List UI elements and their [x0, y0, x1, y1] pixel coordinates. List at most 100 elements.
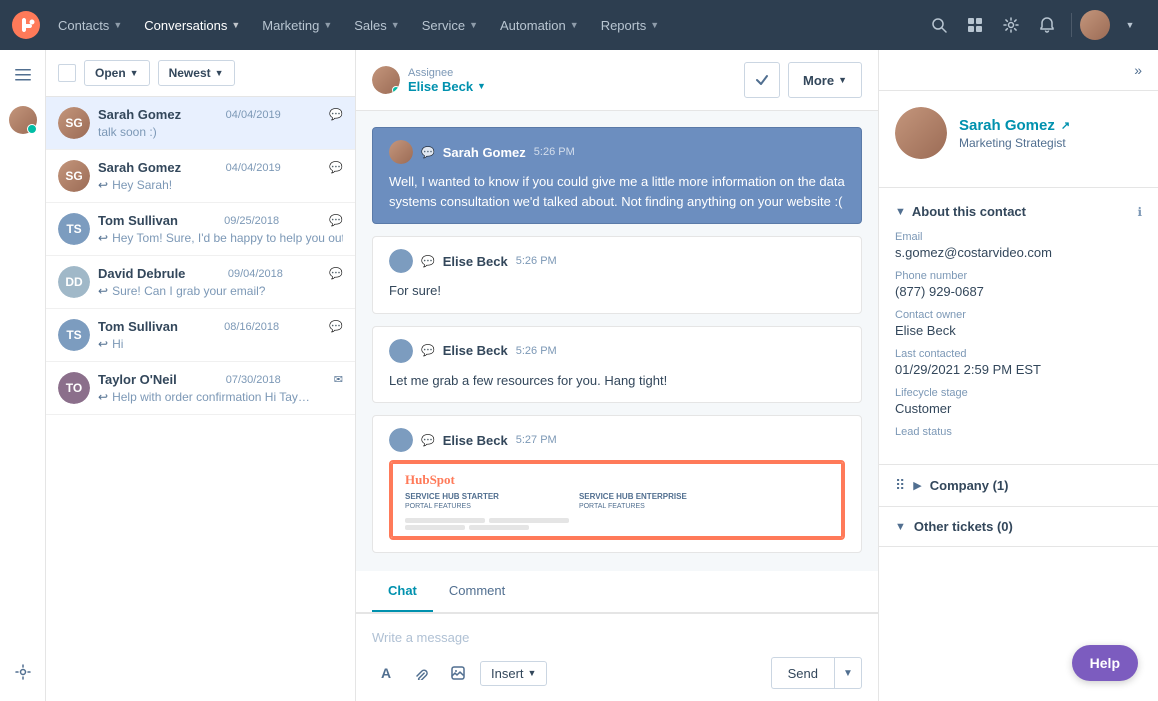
account-chevron[interactable]: ▼ [1114, 9, 1146, 41]
chat-indicator-icon: 💬 [329, 214, 343, 227]
text-format-button[interactable]: A [372, 659, 400, 687]
panel-expand-button[interactable]: » [1134, 62, 1142, 78]
avatar: TS [58, 319, 90, 351]
send-button[interactable]: Send [771, 657, 834, 689]
contact-title: Marketing Strategist [959, 136, 1070, 150]
chevron-down-icon: ▼ [895, 521, 906, 533]
newest-filter-button[interactable]: Newest ▼ [158, 60, 235, 86]
conv-item[interactable]: SG Sarah Gomez 04/04/2019 💬 talk soon :) [46, 97, 355, 150]
email-indicator-icon: ✉ [334, 373, 343, 386]
avatar [389, 140, 413, 164]
nav-marketing[interactable]: Marketing ▼ [252, 10, 342, 41]
chat-icon: 💬 [421, 434, 435, 447]
chevron-down-icon: ▼ [215, 68, 224, 78]
chat-icon: 💬 [421, 146, 435, 159]
user-avatar[interactable] [1080, 10, 1110, 40]
nav-automation[interactable]: Automation ▼ [490, 10, 589, 41]
attachment-button[interactable] [408, 659, 436, 687]
settings-button[interactable] [995, 9, 1027, 41]
assignee-section: Assignee Elise Beck ▼ [372, 66, 736, 94]
send-dropdown-button[interactable]: ▼ [834, 657, 862, 689]
field-contact-owner: Contact owner Elise Beck [895, 309, 1142, 338]
assignee-avatar [372, 66, 400, 94]
conv-item[interactable]: TO Taylor O'Neil 07/30/2018 ✉ ↩ Help wit… [46, 362, 355, 415]
avatar: SG [58, 107, 90, 139]
chevron-down-icon: ▼ [323, 20, 332, 30]
nav-conversations[interactable]: Conversations ▼ [134, 10, 250, 41]
left-sidebar [0, 50, 46, 701]
chevron-down-icon: ▼ [650, 20, 659, 30]
right-panel-header: » [879, 50, 1158, 91]
drag-handle-icon: ⠿ [895, 477, 905, 494]
message-bubble: 💬 Elise Beck 5:26 PM For sure! [372, 236, 862, 314]
contact-section: Sarah Gomez ↗ Marketing Strategist [879, 91, 1158, 188]
assignee-name-button[interactable]: Elise Beck ▼ [408, 79, 486, 94]
nav-sales[interactable]: Sales ▼ [344, 10, 409, 41]
chat-indicator-icon: 💬 [329, 108, 343, 121]
nav-contacts[interactable]: Contacts ▼ [48, 10, 132, 41]
conv-item[interactable]: DD David Debrule 09/04/2018 💬 ↩ Sure! Ca… [46, 256, 355, 309]
resolve-button[interactable] [744, 62, 780, 98]
chevron-down-icon: ▼ [130, 68, 139, 78]
help-button[interactable]: Help [1072, 645, 1138, 681]
contact-name[interactable]: Sarah Gomez ↗ [959, 117, 1070, 134]
nav-service[interactable]: Service ▼ [412, 10, 488, 41]
sidebar-gear-button[interactable] [7, 656, 39, 691]
avatar: TO [58, 372, 90, 404]
select-all-checkbox[interactable] [58, 64, 76, 82]
marketplace-button[interactable] [959, 9, 991, 41]
chevron-down-icon: ▼ [838, 75, 847, 85]
chat-area: Assignee Elise Beck ▼ More ▼ [356, 50, 878, 701]
insert-button[interactable]: Insert ▼ [480, 661, 547, 686]
reply-icon: ↩ [98, 284, 108, 298]
field-lifecycle-stage: Lifecycle stage Customer [895, 387, 1142, 416]
assignee-label: Assignee [408, 67, 486, 79]
image-button[interactable] [444, 659, 472, 687]
reply-icon: ↩ [98, 231, 108, 245]
more-button[interactable]: More ▼ [788, 62, 862, 98]
company-section-row[interactable]: ⠿ ▶ Company (1) [879, 465, 1158, 507]
avatar: TS [58, 213, 90, 245]
chevron-down-icon: ▼ [477, 81, 486, 91]
tab-comment[interactable]: Comment [433, 571, 521, 612]
messages-area: 💬 Sarah Gomez 5:26 PM Well, I wanted to … [356, 111, 878, 571]
conv-item[interactable]: SG Sarah Gomez 04/04/2019 💬 ↩ Hey Sarah! [46, 150, 355, 203]
nav-right-actions: ▼ [923, 9, 1146, 41]
composer-toolbar: A Insert ▼ Send ▼ [372, 657, 862, 689]
sidebar-avatar[interactable] [3, 100, 43, 140]
nav-divider [1071, 13, 1072, 37]
contact-avatar [895, 107, 947, 159]
chat-indicator-icon: 💬 [329, 320, 343, 333]
online-indicator [392, 86, 400, 94]
open-filter-button[interactable]: Open ▼ [84, 60, 150, 86]
conv-item[interactable]: TS Tom Sullivan 08/16/2018 💬 ↩ Hi [46, 309, 355, 362]
chevron-down-icon: ▼ [570, 20, 579, 30]
conv-list-header: Open ▼ Newest ▼ [46, 50, 355, 97]
table-col-label: SERVICE HUB ENTERPRISEPortal Features [579, 492, 687, 510]
nav-items: Contacts ▼ Conversations ▼ Marketing ▼ S… [48, 10, 923, 41]
nav-reports[interactable]: Reports ▼ [591, 10, 669, 41]
about-section-header[interactable]: ▼ About this contact ℹ [895, 204, 1142, 219]
main-layout: Open ▼ Newest ▼ SG Sarah Gomez 04/04/201… [0, 50, 1158, 701]
conv-item[interactable]: TS Tom Sullivan 09/25/2018 💬 ↩ Hey Tom! … [46, 203, 355, 256]
reply-icon: ↩ [98, 178, 108, 192]
search-button[interactable] [923, 9, 955, 41]
chevron-down-icon: ▼ [113, 20, 122, 30]
hubspot-logo[interactable] [12, 11, 40, 39]
hubspot-attachment: HubSpot SERVICE HUB STARTERPortal Featur… [389, 460, 845, 540]
field-lead-status: Lead status [895, 426, 1142, 438]
message-input[interactable]: Write a message [372, 626, 862, 657]
conversation-list: Open ▼ Newest ▼ SG Sarah Gomez 04/04/201… [46, 50, 356, 701]
field-phone: Phone number (877) 929-0687 [895, 270, 1142, 299]
reply-icon: ↩ [98, 390, 108, 404]
tab-chat[interactable]: Chat [372, 571, 433, 612]
sidebar-expand-button[interactable] [7, 60, 39, 92]
right-panel: » Sarah Gomez ↗ Marketing Strategist [878, 50, 1158, 701]
field-email: Email s.gomez@costarvideo.com [895, 231, 1142, 260]
hubspot-logo-text: HubSpot [405, 472, 455, 488]
chat-header-actions: More ▼ [744, 62, 862, 98]
chat-indicator-icon: 💬 [329, 267, 343, 280]
chevron-down-icon: ▼ [528, 668, 537, 678]
notifications-button[interactable] [1031, 9, 1063, 41]
tickets-section-row[interactable]: ▼ Other tickets (0) [879, 507, 1158, 547]
